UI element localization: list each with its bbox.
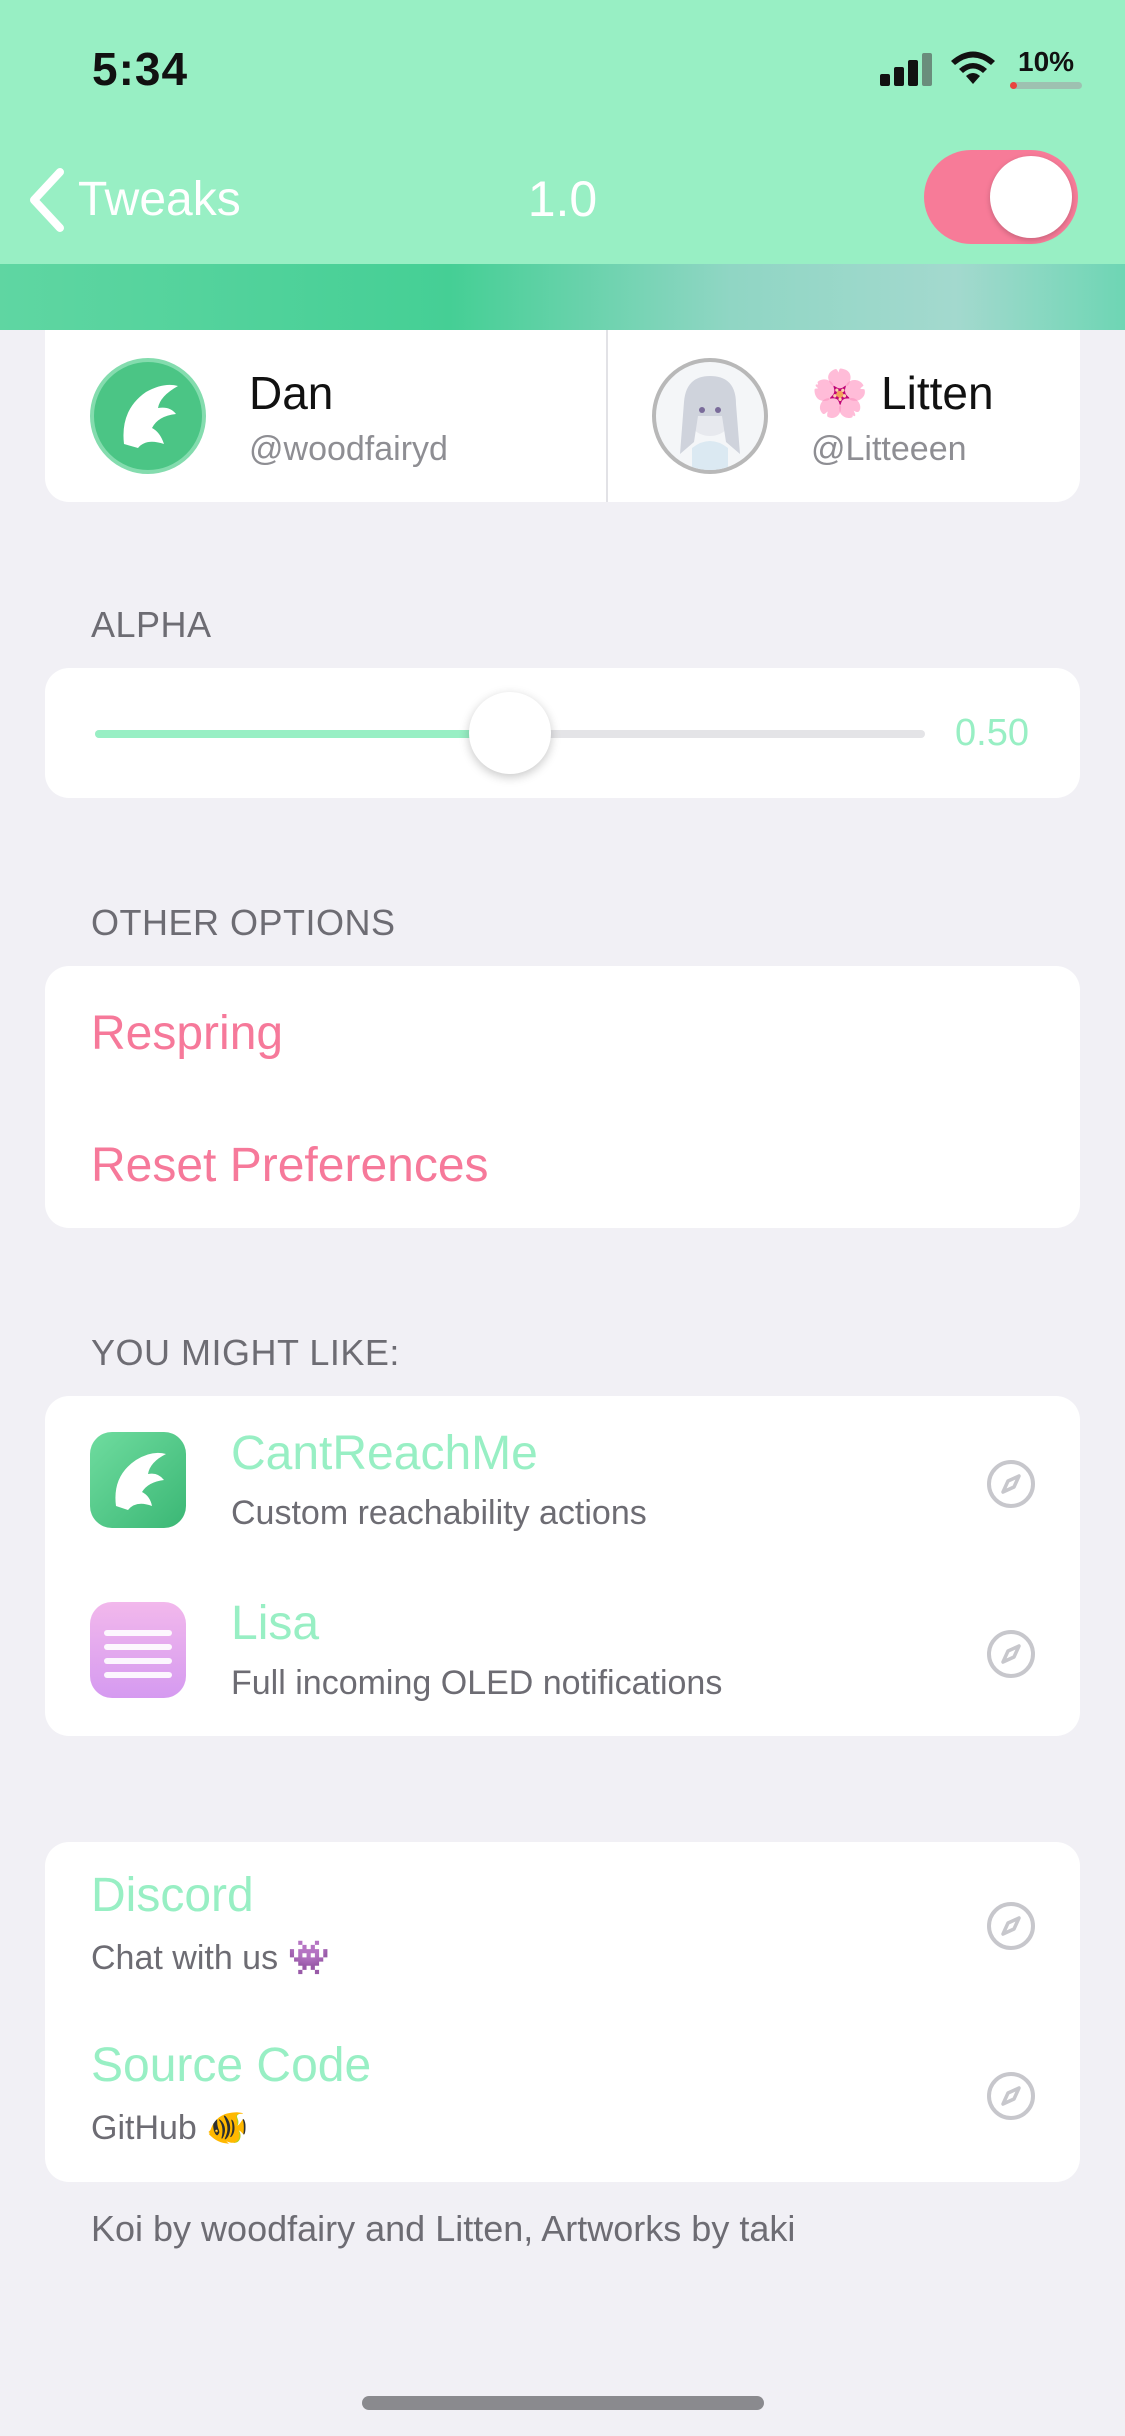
author-divider (606, 330, 608, 502)
battery-icon (1010, 82, 1082, 89)
author-handle-dan[interactable]: @woodfairyd (249, 430, 448, 469)
source-code-subtitle: GitHub 🐠 (91, 2109, 249, 2147)
koi-logo-icon (123, 384, 178, 448)
respring-button[interactable]: Respring (91, 1006, 283, 1061)
alpha-slider-fill (95, 730, 510, 738)
lisa-subtitle: Full incoming OLED notifications (231, 1664, 723, 1702)
author-name-litten[interactable]: 🌸 Litten (811, 366, 994, 421)
you-might-like-label: YOU MIGHT LIKE: (91, 1332, 400, 1373)
other-options-label: OTHER OPTIONS (91, 902, 396, 943)
author-name-dan[interactable]: Dan (249, 366, 333, 420)
compass-icon[interactable] (985, 1628, 1037, 1680)
lisa-icon[interactable] (90, 1602, 186, 1698)
header-banner (0, 264, 1125, 330)
compass-icon[interactable] (985, 1458, 1037, 1510)
compass-icon[interactable] (985, 1900, 1037, 1952)
anime-avatar-icon (680, 376, 740, 470)
nav-title: 1.0 (527, 171, 598, 227)
author-handle-litten[interactable]: @Litteeen (811, 430, 967, 469)
alpha-section-label: ALPHA (91, 604, 212, 645)
authors-card: Dan @woodfairyd 🌸 Litten @Litteeen (45, 330, 1080, 502)
cantreachme-title[interactable]: CantReachMe (231, 1426, 538, 1481)
alpha-slider-thumb[interactable] (469, 692, 551, 774)
source-code-link[interactable]: Source Code (91, 2038, 371, 2093)
reset-preferences-button[interactable]: Reset Preferences (91, 1138, 489, 1193)
lisa-title[interactable]: Lisa (231, 1596, 319, 1651)
back-chevron-icon[interactable] (24, 166, 68, 234)
alpha-slider-card: 0.50 (45, 668, 1080, 798)
cellular-signal-icon (880, 52, 932, 86)
navigation-header: 5:34 10% Tweaks 1.0 (0, 0, 1125, 264)
compass-icon[interactable] (985, 2070, 1037, 2122)
enable-toggle[interactable] (924, 150, 1078, 244)
avatar-dan[interactable] (90, 358, 206, 474)
links-card: Discord Chat with us 👾 Source Code GitHu… (45, 1842, 1080, 2182)
cantreachme-icon[interactable] (90, 1432, 186, 1528)
discord-subtitle: Chat with us 👾 (91, 1939, 330, 1977)
cantreachme-subtitle: Custom reachability actions (231, 1494, 647, 1532)
back-button[interactable]: Tweaks (78, 172, 241, 227)
status-time: 5:34 (92, 43, 189, 95)
you-might-like-card: CantReachMe Custom reachability actions … (45, 1396, 1080, 1736)
battery-percent: 10% (1018, 46, 1075, 77)
footer-credits: Koi by woodfairy and Litten, Artworks by… (91, 2208, 796, 2249)
other-options-card: Respring Reset Preferences (45, 966, 1080, 1228)
avatar-litten[interactable] (652, 358, 768, 474)
discord-link[interactable]: Discord (91, 1868, 254, 1923)
home-indicator[interactable] (362, 2396, 764, 2410)
wifi-icon (951, 51, 995, 84)
alpha-value: 0.50 (955, 712, 1029, 754)
toggle-knob (990, 156, 1072, 238)
